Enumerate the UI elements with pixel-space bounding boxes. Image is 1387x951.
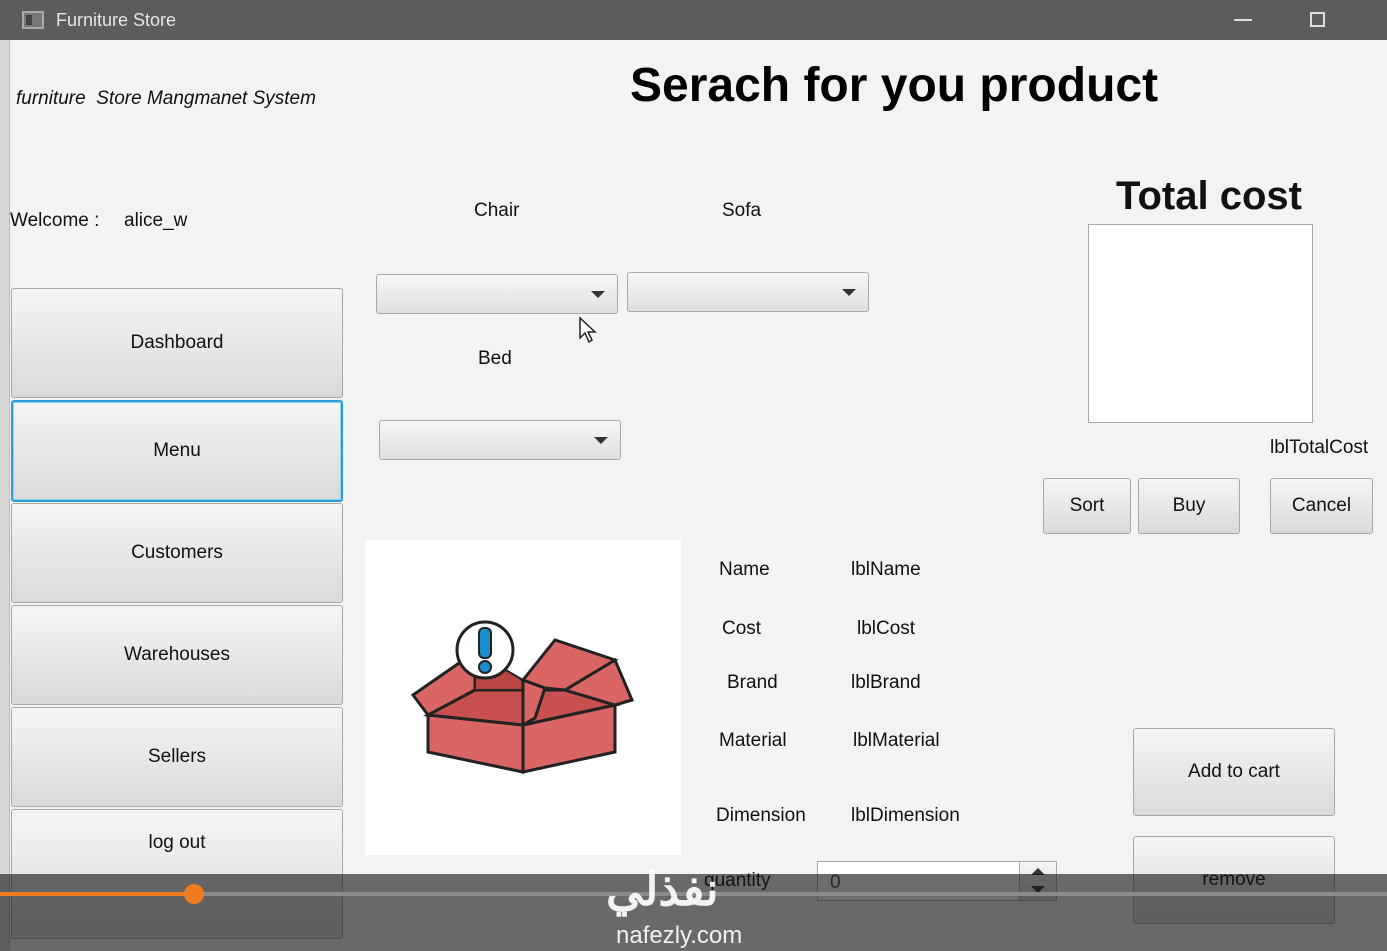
maximize-icon[interactable] bbox=[1310, 12, 1325, 27]
buy-button[interactable]: Buy bbox=[1138, 478, 1240, 534]
bed-combobox[interactable] bbox=[379, 420, 621, 460]
total-cost-value: lblTotalCost bbox=[1270, 437, 1369, 458]
empty-box-icon bbox=[410, 620, 635, 774]
dimension-value: lblDimension bbox=[851, 805, 960, 826]
chevron-down-icon bbox=[594, 437, 608, 444]
page-title: Serach for you product bbox=[630, 59, 1159, 112]
cancel-button[interactable]: Cancel bbox=[1270, 478, 1373, 534]
system-title: furniture Store Mangmanet System bbox=[16, 88, 316, 109]
dashboard-button[interactable]: Dashboard bbox=[11, 288, 343, 398]
sellers-button[interactable]: Sellers bbox=[11, 707, 343, 807]
watermark-logo: نفذلي bbox=[606, 863, 719, 915]
welcome-username: alice_w bbox=[124, 210, 188, 231]
video-progress-handle[interactable] bbox=[184, 884, 204, 904]
title-bar: Furniture Store bbox=[0, 0, 1387, 40]
total-cost-box bbox=[1088, 224, 1313, 423]
minimize-icon[interactable] bbox=[1234, 19, 1252, 21]
sort-button[interactable]: Sort bbox=[1043, 478, 1131, 534]
cost-label: Cost bbox=[722, 618, 762, 639]
name-label: Name bbox=[719, 559, 770, 580]
video-progress-fill bbox=[0, 892, 194, 896]
customers-button[interactable]: Customers bbox=[11, 503, 343, 603]
brand-label: Brand bbox=[727, 672, 778, 693]
chair-label: Chair bbox=[474, 200, 520, 221]
chevron-down-icon bbox=[842, 289, 856, 296]
material-value: lblMaterial bbox=[853, 730, 940, 751]
menu-button[interactable]: Menu bbox=[11, 400, 343, 502]
warehouses-button[interactable]: Warehouses bbox=[11, 605, 343, 705]
product-image bbox=[365, 540, 681, 855]
sofa-combobox[interactable] bbox=[627, 272, 869, 312]
window-left-edge bbox=[0, 40, 10, 951]
welcome-label: Welcome : bbox=[10, 210, 100, 231]
sofa-label: Sofa bbox=[722, 200, 762, 221]
brand-value: lblBrand bbox=[851, 672, 921, 693]
material-label: Material bbox=[719, 730, 787, 751]
bed-label: Bed bbox=[478, 348, 512, 369]
app-icon bbox=[22, 11, 44, 29]
watermark-domain: nafezly.com bbox=[616, 922, 743, 949]
mouse-cursor-icon bbox=[579, 316, 597, 344]
total-cost-title: Total cost bbox=[1116, 174, 1302, 218]
chevron-down-icon bbox=[591, 291, 605, 298]
cost-value: lblCost bbox=[857, 618, 916, 639]
dimension-label: Dimension bbox=[716, 805, 806, 826]
window-title: Furniture Store bbox=[56, 10, 177, 30]
chair-combobox[interactable] bbox=[376, 274, 618, 314]
add-to-cart-button[interactable]: Add to cart bbox=[1133, 728, 1335, 816]
name-value: lblName bbox=[851, 559, 921, 580]
main-panel: furniture Store Mangmanet System Serach … bbox=[10, 40, 1387, 951]
